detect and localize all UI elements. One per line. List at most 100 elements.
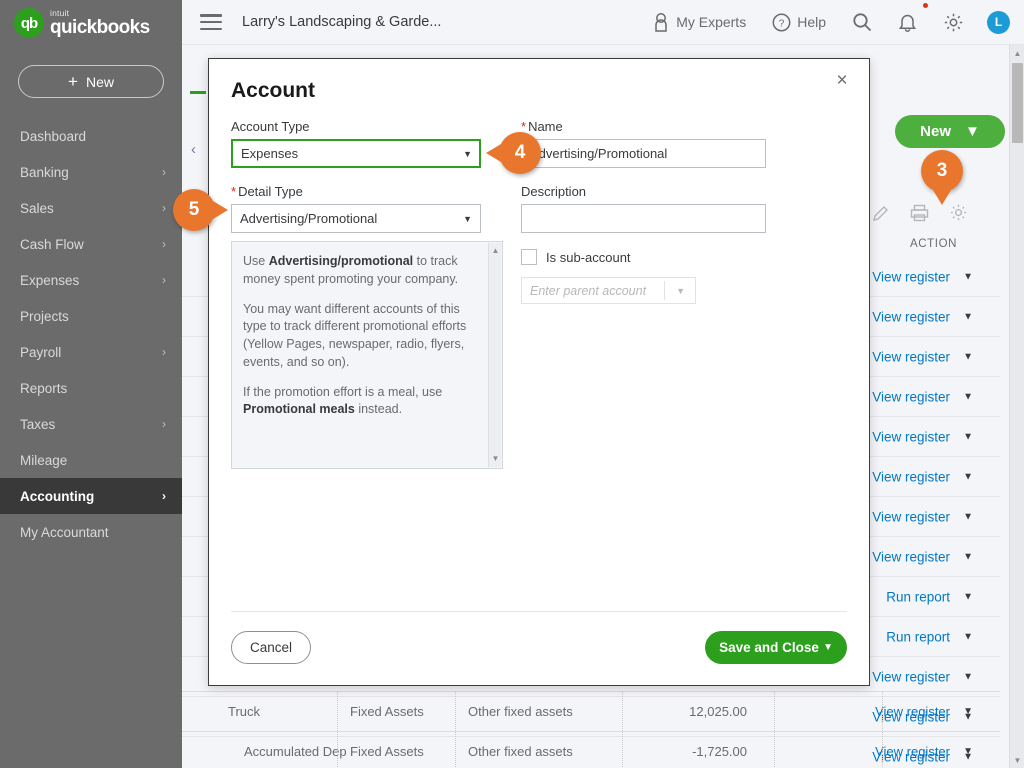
help-button[interactable]: ? Help bbox=[759, 0, 839, 45]
save-and-close-button[interactable]: Save and Close ▼ bbox=[705, 631, 847, 664]
sidebar-item-my-accountant[interactable]: My Accountant bbox=[0, 514, 182, 550]
row-action-link[interactable]: View register bbox=[872, 509, 950, 524]
description-input[interactable] bbox=[521, 204, 766, 233]
row-action-link[interactable]: Run report bbox=[886, 589, 950, 604]
account-type-select[interactable]: Expenses bbox=[231, 139, 481, 168]
print-icon[interactable] bbox=[910, 204, 929, 227]
detail-type-label-text: Detail Type bbox=[238, 184, 303, 199]
my-experts-label: My Experts bbox=[676, 14, 747, 30]
table-settings-gear-icon[interactable] bbox=[949, 203, 968, 227]
row-action-link[interactable]: View register bbox=[872, 309, 950, 324]
page-scrollbar-thumb[interactable] bbox=[1012, 63, 1023, 143]
chevron-down-icon[interactable]: ▼ bbox=[963, 511, 973, 522]
row-account-name: Accumulated Dep bbox=[244, 744, 347, 759]
is-sub-account-checkbox[interactable] bbox=[521, 249, 537, 265]
name-label-text: Name bbox=[528, 119, 563, 134]
detail-type-select[interactable]: Advertising/Promotional bbox=[231, 204, 481, 233]
description-label-text: Description bbox=[521, 184, 587, 199]
row-action-link[interactable]: View register bbox=[875, 704, 950, 719]
account-type-select-wrap: Expenses ▼ bbox=[231, 139, 481, 168]
chevron-down-icon[interactable]: ▼ bbox=[463, 214, 472, 224]
column-divider bbox=[455, 732, 456, 768]
search-button[interactable] bbox=[839, 0, 885, 45]
chevron-down-icon[interactable]: ▼ bbox=[963, 471, 973, 482]
chevron-down-icon[interactable]: ▼ bbox=[463, 149, 472, 159]
scroll-up-arrow-icon[interactable]: ▲ bbox=[489, 244, 502, 258]
help-paragraph-3: If the promotion effort is a meal, use P… bbox=[243, 384, 478, 420]
chevron-down-icon[interactable]: ▼ bbox=[963, 591, 973, 602]
chevron-down-icon[interactable]: ▼ bbox=[823, 642, 847, 653]
name-input[interactable] bbox=[521, 139, 766, 168]
help-paragraph-1: Use Advertising/promotional to track mon… bbox=[243, 253, 478, 289]
sidebar-item-expenses[interactable]: Expenses › bbox=[0, 262, 182, 298]
modal-title: Account bbox=[231, 79, 315, 102]
chevron-down-icon[interactable]: ▼ bbox=[963, 746, 973, 757]
hamburger-menu-icon[interactable] bbox=[200, 14, 222, 30]
column-divider bbox=[774, 692, 775, 731]
settings-button[interactable] bbox=[930, 0, 977, 45]
row-action-link[interactable]: View register bbox=[872, 269, 950, 284]
pencil-icon[interactable] bbox=[872, 204, 890, 227]
close-icon[interactable]: × bbox=[829, 68, 855, 94]
chevron-down-icon[interactable]: ▼ bbox=[963, 271, 973, 282]
row-action-link[interactable]: View register bbox=[872, 429, 950, 444]
row-action-link[interactable]: View register bbox=[872, 469, 950, 484]
page-new-button[interactable]: New ▼ bbox=[895, 115, 1005, 148]
cancel-button[interactable]: Cancel bbox=[231, 631, 311, 664]
callout-badge-5: 5 bbox=[173, 189, 228, 231]
chevron-down-icon[interactable]: ▼ bbox=[963, 631, 973, 642]
row-account-name: Truck bbox=[228, 704, 261, 719]
table-row: Accumulated Dep Fixed Assets Other fixed a… bbox=[182, 731, 1000, 768]
row-action-link[interactable]: View register bbox=[872, 669, 950, 684]
sidebar-item-dashboard[interactable]: Dashboard bbox=[0, 118, 182, 154]
sidebar-item-mileage[interactable]: Mileage bbox=[0, 442, 182, 478]
sidebar-item-reports[interactable]: Reports bbox=[0, 370, 182, 406]
row-action-link[interactable]: View register bbox=[872, 389, 950, 404]
row-action-link[interactable]: View register bbox=[875, 744, 950, 759]
sidebar-item-cash-flow[interactable]: Cash Flow › bbox=[0, 226, 182, 262]
scroll-down-arrow-icon[interactable]: ▼ bbox=[489, 452, 502, 466]
chevron-down-icon[interactable]: ▼ bbox=[963, 391, 973, 402]
required-asterisk: * bbox=[231, 184, 237, 199]
sidebar-new-button[interactable]: + New bbox=[18, 65, 164, 98]
sidebar-item-accounting[interactable]: Accounting › bbox=[0, 478, 182, 514]
sidebar-item-sales[interactable]: Sales › bbox=[0, 190, 182, 226]
row-action-link[interactable]: View register bbox=[872, 349, 950, 364]
chevron-down-icon[interactable]: ▼ bbox=[963, 351, 973, 362]
column-divider bbox=[622, 692, 623, 731]
chevron-down-icon[interactable]: ▼ bbox=[963, 706, 973, 717]
row-action-link[interactable]: Run report bbox=[886, 629, 950, 644]
chevron-down-icon[interactable]: ▼ bbox=[963, 551, 973, 562]
user-avatar[interactable]: L bbox=[987, 10, 1010, 34]
notifications-button[interactable] bbox=[885, 0, 930, 45]
help-p3-pre: If the promotion effort is a meal, use bbox=[243, 384, 443, 399]
person-icon bbox=[652, 12, 670, 32]
row-balance: -1,725.00 bbox=[692, 744, 747, 759]
notification-dot bbox=[922, 1, 929, 9]
sidebar-item-label: Expenses bbox=[20, 272, 80, 288]
chevron-down-icon[interactable]: ▼ bbox=[963, 431, 973, 442]
chevron-down-icon: ▼ bbox=[964, 123, 980, 140]
chevron-down-icon[interactable]: ▼ bbox=[676, 286, 685, 296]
help-label: Help bbox=[797, 14, 826, 30]
help-panel-scrollbar[interactable]: ▲ ▼ bbox=[488, 243, 501, 467]
sidebar-item-projects[interactable]: Projects bbox=[0, 298, 182, 334]
sidebar-item-banking[interactable]: Banking › bbox=[0, 154, 182, 190]
sidebar-item-taxes[interactable]: Taxes › bbox=[0, 406, 182, 442]
parent-account-placeholder: Enter parent account bbox=[530, 283, 647, 298]
scroll-up-arrow-icon[interactable]: ▲ bbox=[1010, 45, 1024, 61]
row-action-link[interactable]: View register bbox=[872, 549, 950, 564]
chevron-down-icon[interactable]: ▼ bbox=[963, 671, 973, 682]
sidebar-item-label: Banking bbox=[20, 164, 69, 180]
sidebar-item-payroll[interactable]: Payroll › bbox=[0, 334, 182, 370]
sidebar-item-label: Sales bbox=[20, 200, 54, 216]
is-sub-account-row[interactable]: Is sub-account bbox=[521, 249, 696, 265]
parent-account-select[interactable]: Enter parent account ▼ bbox=[521, 277, 696, 304]
chevron-down-icon[interactable]: ▼ bbox=[963, 311, 973, 322]
page-scrollbar[interactable]: ▲ ▼ bbox=[1009, 45, 1024, 768]
my-experts-button[interactable]: My Experts bbox=[639, 0, 759, 45]
chevron-right-icon: › bbox=[162, 237, 166, 251]
sidebar-new-label: New bbox=[85, 73, 114, 90]
collapse-panel-chevron-icon[interactable]: ‹ bbox=[191, 141, 196, 158]
scroll-down-arrow-icon[interactable]: ▼ bbox=[1010, 752, 1024, 768]
